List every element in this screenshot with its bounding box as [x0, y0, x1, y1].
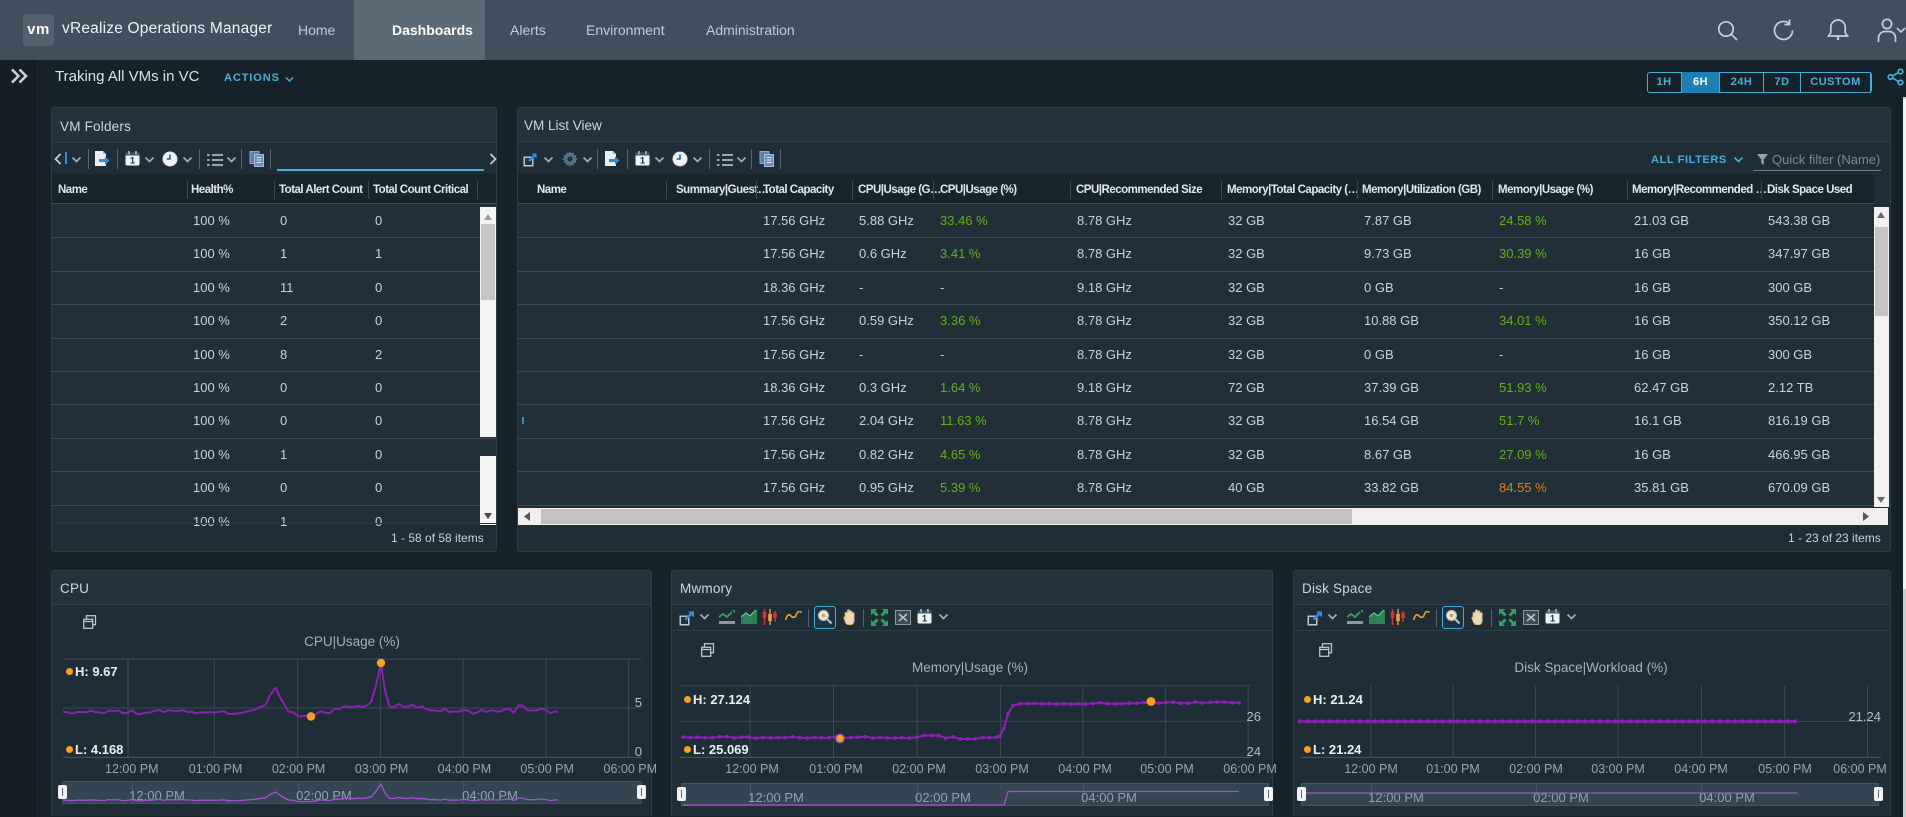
svg-text:1: 1: [130, 155, 135, 165]
svg-text:1: 1: [640, 155, 645, 165]
